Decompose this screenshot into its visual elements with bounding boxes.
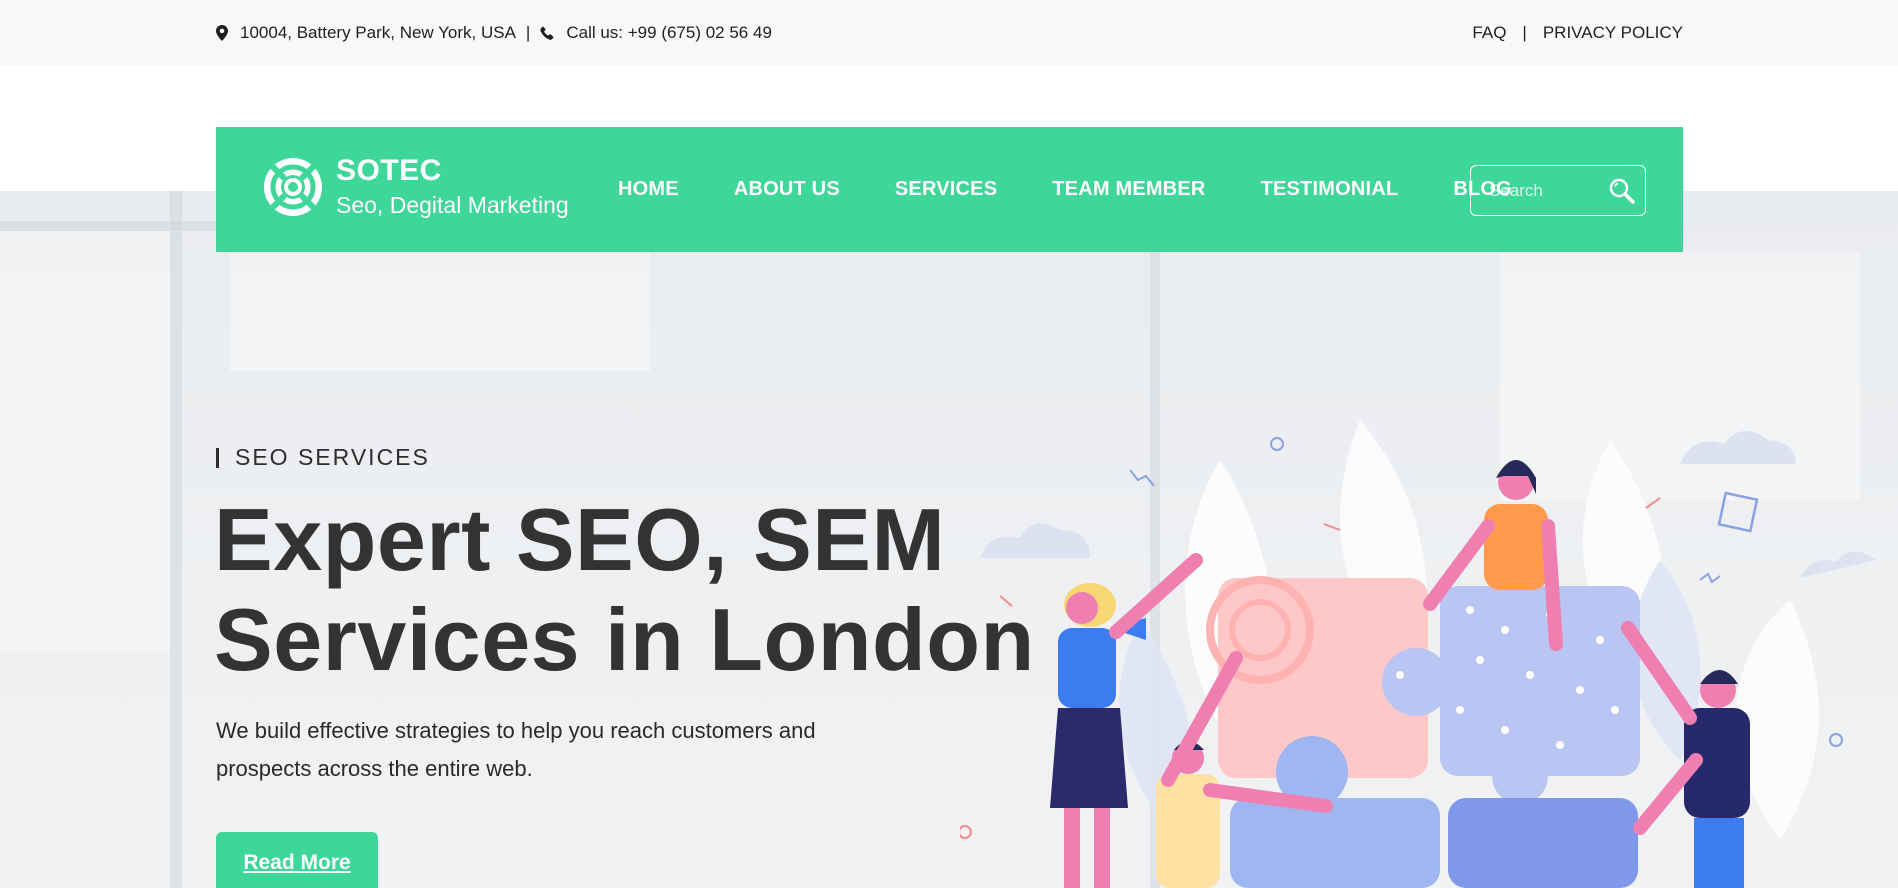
address-text: 10004, Battery Park, New York, USA <box>240 22 516 42</box>
nav-testimonial[interactable]: TESTIMONIAL <box>1261 178 1399 201</box>
search-box <box>1470 165 1646 216</box>
eyebrow-text: SEO SERVICES <box>235 444 430 470</box>
nav-home[interactable]: HOME <box>618 178 679 201</box>
divider: | <box>1522 22 1527 42</box>
top-info-bar: 10004, Battery Park, New York, USA | Cal… <box>0 0 1898 65</box>
main-navbar: SOTEC Seo, Degital Marketing HOME ABOUT … <box>216 127 1683 252</box>
hero-title-line-2: Services in London <box>214 590 1035 689</box>
brand-name: SOTEC <box>336 154 442 187</box>
background-window <box>230 251 650 371</box>
hero-title-line-1: Expert SEO, SEM <box>214 490 946 589</box>
search-icon[interactable] <box>1609 178 1635 204</box>
divider: | <box>525 22 531 42</box>
nav-team-member[interactable]: TEAM MEMBER <box>1052 178 1205 201</box>
eyebrow-marker <box>216 447 219 468</box>
brand-tagline: Seo, Degital Marketing <box>336 192 569 218</box>
read-more-button[interactable]: Read More <box>216 832 378 888</box>
contact-info: 10004, Battery Park, New York, USA | Cal… <box>216 23 772 43</box>
phone-icon <box>540 26 554 40</box>
team-puzzle-illustration <box>960 420 1876 888</box>
brand-text: SOTEC Seo, Degital Marketing <box>336 154 569 220</box>
nav-about-us[interactable]: ABOUT US <box>734 178 840 201</box>
background-window <box>0 231 170 651</box>
lifebuoy-logo-icon <box>264 158 322 216</box>
search-input[interactable] <box>1489 180 1609 201</box>
hero-title: Expert SEO, SEM Services in London <box>214 490 1035 690</box>
primary-menu: HOME ABOUT US SERVICES TEAM MEMBER TESTI… <box>618 127 1567 252</box>
map-pin-icon <box>216 24 228 41</box>
nav-services[interactable]: SERVICES <box>895 178 997 201</box>
utility-links: FAQ | PRIVACY POLICY <box>1472 23 1683 43</box>
brand-logo[interactable]: SOTEC Seo, Degital Marketing <box>261 154 569 220</box>
background-pillar <box>170 191 182 888</box>
phone-text: Call us: +99 (675) 02 56 49 <box>566 22 772 42</box>
privacy-policy-link[interactable]: PRIVACY POLICY <box>1543 23 1683 43</box>
hero-description: We build effective strategies to help yo… <box>216 718 816 781</box>
hero-eyebrow: SEO SERVICES <box>216 444 430 471</box>
faq-link[interactable]: FAQ <box>1472 23 1506 43</box>
